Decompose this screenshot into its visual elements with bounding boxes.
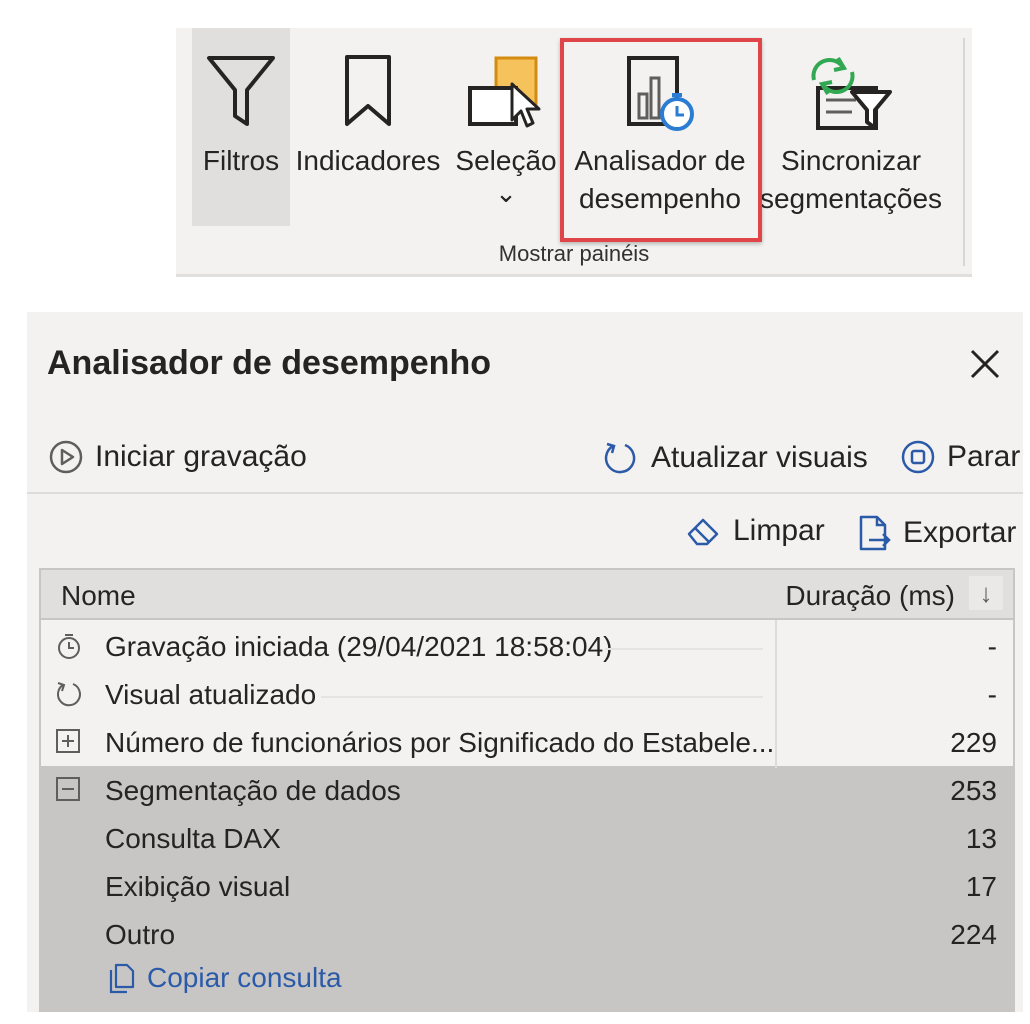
refresh-icon xyxy=(55,680,83,713)
row-label: Exibição visual xyxy=(105,871,291,902)
eraser-icon xyxy=(687,518,719,546)
row-timeline-line xyxy=(321,696,763,698)
stop-button[interactable]: Parar xyxy=(901,440,1020,474)
filter-icon xyxy=(206,54,276,133)
bookmarks-label: Indicadores xyxy=(295,145,441,176)
row-duration: 253 xyxy=(950,775,997,806)
selection-dropdown-chevron-icon[interactable]: ⌄ xyxy=(452,178,560,209)
results-table: Nome Duração (ms) ↓ Gravação iniciada (2… xyxy=(39,568,1015,1012)
row-duration: - xyxy=(987,631,997,662)
sync-slicers-label: Sincronizar segmentações xyxy=(759,145,943,214)
selection-icon xyxy=(466,54,546,139)
row-duration: 17 xyxy=(965,871,997,902)
ribbon-separator xyxy=(963,38,965,266)
stop-circle-icon xyxy=(901,440,935,474)
bookmark-icon xyxy=(343,54,393,133)
stop-label: Parar xyxy=(947,440,1021,473)
table-subrow: Exibição visual 17 xyxy=(41,862,1013,910)
copy-query-label: Copiar consulta xyxy=(147,962,342,993)
table-row[interactable]: Visual atualizado - xyxy=(41,670,1013,718)
table-row[interactable]: Número de funcionários por Significado d… xyxy=(41,718,1013,766)
table-subrow: Outro 224 xyxy=(41,910,1013,958)
sort-arrow: ↓ xyxy=(979,577,993,608)
table-row[interactable]: Segmentação de dados 253 xyxy=(41,766,1013,814)
copy-query-link[interactable]: Copiar consulta xyxy=(107,962,342,994)
expand-icon[interactable] xyxy=(55,728,81,759)
export-label: Exportar xyxy=(903,516,1017,549)
clear-label: Limpar xyxy=(733,514,825,547)
copy-icon xyxy=(109,963,135,994)
pane-title: Analisador de desempenho xyxy=(47,344,491,382)
refresh-visuals-label: Atualizar visuais xyxy=(651,441,868,474)
highlight-box xyxy=(560,38,762,242)
sort-descending-icon[interactable]: ↓ xyxy=(969,576,1003,610)
ribbon-show-panes-group: Filtros Indicadores Seleção ⌄ Analisador… xyxy=(176,28,972,277)
stopwatch-icon xyxy=(55,632,83,665)
performance-analyzer-pane: Analisador de desempenho Iniciar gravaçã… xyxy=(27,312,1023,1012)
row-label: Gravação iniciada (29/04/2021 18:58:04) xyxy=(105,631,613,662)
play-circle-icon xyxy=(49,440,83,474)
column-header-duration[interactable]: Duração (ms) xyxy=(785,580,955,612)
column-header-name[interactable]: Nome xyxy=(61,580,136,612)
selection-label: Seleção xyxy=(455,145,557,176)
row-duration: - xyxy=(987,679,997,710)
sync-slicers-icon xyxy=(808,54,894,139)
row-label: Outro xyxy=(105,919,176,950)
row-label: Número de funcionários por Significado d… xyxy=(105,727,775,758)
table-header: Nome Duração (ms) ↓ xyxy=(41,570,1013,620)
row-duration: 224 xyxy=(950,919,997,950)
filters-label: Filtros xyxy=(202,145,280,176)
refresh-icon xyxy=(604,442,636,474)
row-label: Segmentação de dados xyxy=(105,775,401,806)
table-row[interactable]: Gravação iniciada (29/04/2021 18:58:04) … xyxy=(41,622,1013,670)
group-label: Mostrar painéis xyxy=(498,241,650,266)
row-duration: 229 xyxy=(950,727,997,758)
pane-divider xyxy=(27,492,1023,494)
selection-button[interactable]: Seleção ⌄ xyxy=(452,28,560,226)
export-icon xyxy=(859,515,891,551)
filters-button[interactable]: Filtros xyxy=(192,28,290,226)
bookmarks-button[interactable]: Indicadores xyxy=(292,28,444,226)
close-icon[interactable] xyxy=(969,348,1001,385)
row-label: Visual atualizado xyxy=(105,679,317,710)
export-button[interactable]: Exportar xyxy=(857,514,1016,552)
refresh-visuals-button[interactable]: Atualizar visuais xyxy=(603,440,868,476)
start-recording-label: Iniciar gravação xyxy=(95,440,307,473)
start-recording-button[interactable]: Iniciar gravação xyxy=(49,440,307,474)
table-subrow: Consulta DAX 13 xyxy=(41,814,1013,862)
row-label: Consulta DAX xyxy=(105,823,281,854)
sync-slicers-button[interactable]: Sincronizar segmentações xyxy=(756,28,946,226)
clear-button[interactable]: Limpar xyxy=(685,514,825,548)
row-timeline-line xyxy=(605,648,763,650)
row-duration: 13 xyxy=(965,823,997,854)
collapse-icon[interactable] xyxy=(55,776,81,807)
